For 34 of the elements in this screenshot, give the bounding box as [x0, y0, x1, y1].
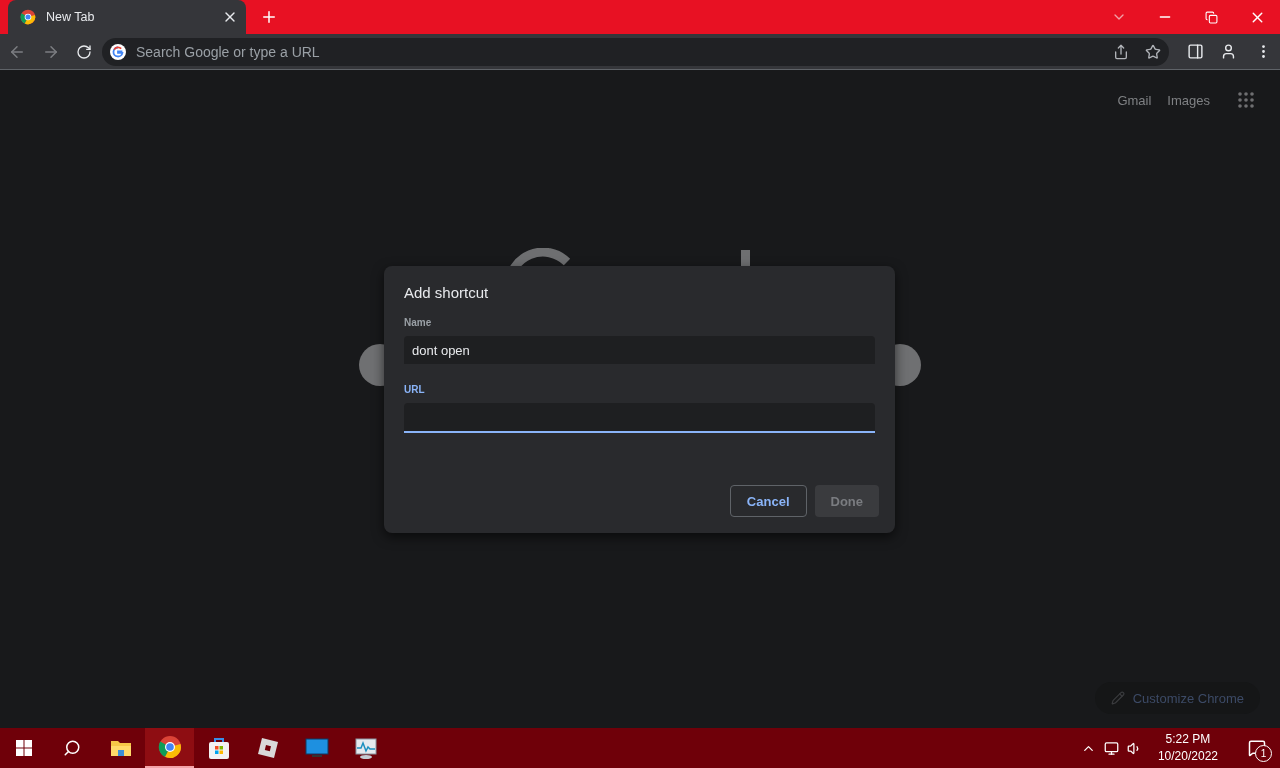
input-field[interactable]: dont open	[404, 336, 875, 364]
field-label: Name	[404, 317, 433, 328]
cancel-button[interactable]: Cancel	[729, 485, 807, 517]
pencil-icon	[1110, 691, 1125, 705]
network-icon[interactable]	[1103, 740, 1119, 756]
google-g-icon	[110, 43, 126, 60]
profile-icon[interactable]	[1220, 43, 1237, 60]
restore-icon[interactable]	[1204, 10, 1218, 24]
clock-time: 5:22 PM	[1165, 731, 1211, 748]
input-field[interactable]	[404, 403, 875, 433]
bookmark-star-icon[interactable]	[1145, 43, 1161, 60]
browser-tab[interactable]: New Tab	[8, 0, 246, 34]
apps-grid-icon[interactable]	[1238, 92, 1254, 108]
field-label: URL	[404, 384, 426, 395]
side-panel-icon[interactable]	[1187, 43, 1204, 60]
header-link[interactable]: Gmail	[1117, 92, 1152, 108]
chrome-icon	[20, 9, 36, 25]
folder-icon[interactable]	[109, 738, 132, 758]
dialog-title: Add shortcut	[404, 284, 490, 301]
reload-icon[interactable]	[76, 43, 92, 60]
tab-title: New Tab	[46, 10, 96, 24]
clock-date: 10/20/2022	[1157, 748, 1218, 765]
monitor-icon[interactable]	[304, 737, 329, 759]
chrome-icon	[157, 735, 182, 759]
search-icon[interactable]	[63, 739, 81, 757]
header-link[interactable]: Images	[1167, 92, 1210, 108]
performance-chart-icon[interactable]	[353, 736, 378, 760]
windows-start-icon[interactable]	[16, 740, 32, 756]
address-bar[interactable]: Search Google or type a URL	[102, 37, 1169, 66]
store-bag-icon[interactable]	[206, 736, 231, 760]
notification-icon[interactable]	[1248, 739, 1266, 757]
notification-count: 1	[1255, 745, 1272, 762]
share-icon[interactable]	[1113, 43, 1129, 60]
new-tab-icon[interactable]	[260, 8, 278, 26]
